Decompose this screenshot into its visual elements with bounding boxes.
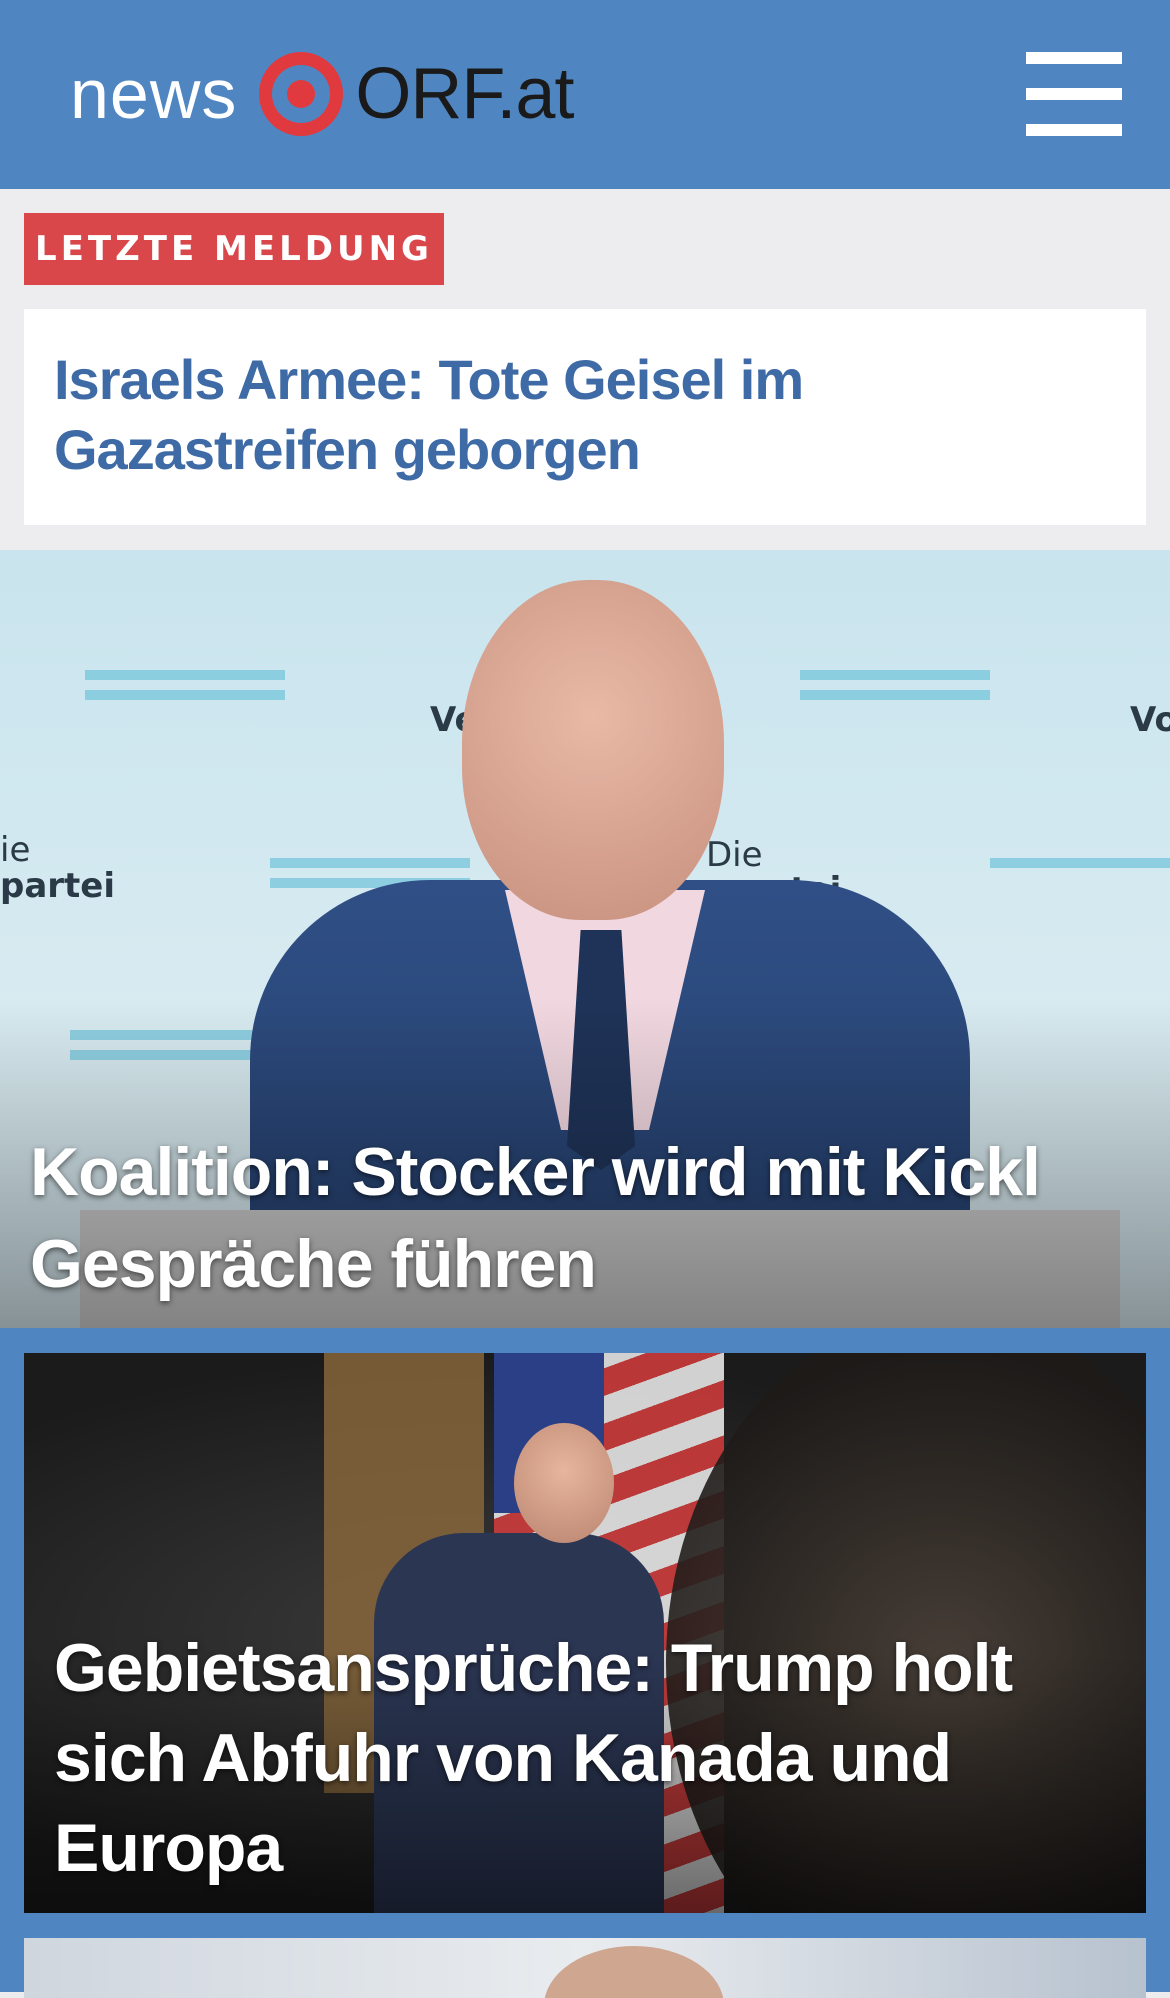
- wall-text: Die: [706, 835, 763, 875]
- breaking-news-card[interactable]: Israels Armee: Tote Geisel im Gazastreif…: [24, 309, 1146, 525]
- hamburger-menu-icon[interactable]: [1026, 52, 1122, 136]
- story-headline[interactable]: Gebietsansprüche: Trump holt sich Abfuhr…: [54, 1623, 1124, 1893]
- orf-eye-icon: [259, 52, 344, 136]
- logo-orf-text: ORF.at: [355, 54, 574, 134]
- wall-text: Vo: [1130, 700, 1170, 740]
- hero-story[interactable]: Ve Die spartei ie partei Vo Koalition: S…: [0, 550, 1170, 1328]
- story-card[interactable]: Gebietsansprüche: Trump holt sich Abfuhr…: [24, 1353, 1146, 1913]
- top-header: news ORF.at: [0, 0, 1170, 189]
- story-card-partial[interactable]: [24, 1938, 1146, 1998]
- wall-text: ie: [0, 830, 31, 870]
- wall-text: partei: [0, 866, 116, 906]
- speaker-head: [462, 580, 724, 920]
- hero-story-headline[interactable]: Koalition: Stocker wird mit Kickl Gesprä…: [30, 1126, 1130, 1310]
- breaking-news-headline[interactable]: Israels Armee: Tote Geisel im Gazastreif…: [54, 345, 1116, 485]
- breaking-news-badge: LETZTE MELDUNG: [24, 213, 444, 285]
- logo-news-text: news: [70, 55, 238, 133]
- news-orf-logo[interactable]: news ORF.at: [70, 44, 574, 144]
